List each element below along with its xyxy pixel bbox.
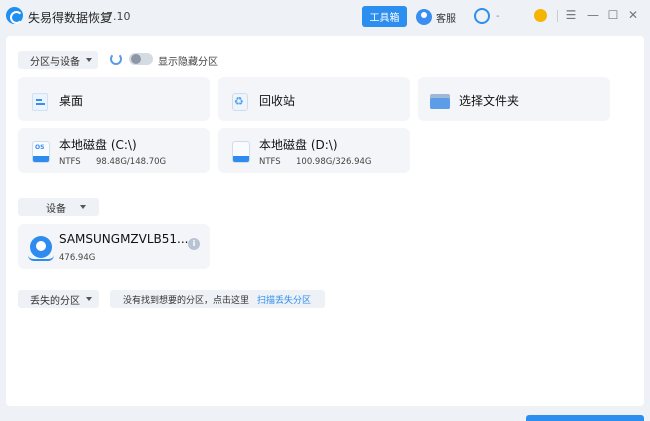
show-hidden-label: 显示隐藏分区 [158,57,218,68]
chevron-down-icon [80,205,86,209]
lost-partitions-label: 丢失的分区 [30,295,80,307]
device-card[interactable]: SAMSUNGMZVLB51... 476.94G i [18,224,210,269]
app-title: 失易得数据恢复 [28,11,113,25]
devices-dropdown[interactable]: 设备 [18,198,99,216]
toggle-knob [131,54,141,64]
lost-partition-hint-text: 没有找到想要的分区，点击这里 [123,295,250,306]
maximize-icon[interactable]: ☐ [606,8,620,22]
menu-icon[interactable]: ☰ [564,8,578,22]
lost-partition-hint: 没有找到想要的分区，点击这里 扫描丢失分区 [110,290,325,308]
device-name: SAMSUNGMZVLB51... [59,232,189,246]
partitions-dropdown[interactable]: 分区与设备 [18,51,98,69]
lost-partitions-dropdown[interactable]: 丢失的分区 [18,290,99,308]
drive-icon [232,141,250,163]
disk-card-d[interactable]: 本地磁盘 (D:\) NTFS 100.98G/326.94G [218,128,410,173]
show-hidden-toggle[interactable] [129,53,153,65]
quick-location-recycle-bin[interactable]: 回收站 [218,77,410,121]
user-name: - [496,10,500,22]
quick-location-select-folder[interactable]: 选择文件夹 [418,77,610,121]
recycle-bin-icon [232,93,248,111]
close-icon[interactable]: ✕ [626,8,640,22]
minimize-icon[interactable]: — [586,8,600,22]
info-icon[interactable]: i [188,238,200,250]
bottom-action-button[interactable] [526,415,644,421]
customer-service-label: 客服 [436,13,456,25]
main-panel: 分区与设备 显示隐藏分区 桌面 回收站 选择文件夹 OS 本地磁盘 (C:\) … [6,36,644,406]
quick-location-desktop[interactable]: 桌面 [18,77,210,121]
os-badge: OS [35,144,45,151]
disk-name: 本地磁盘 (D:\) [259,138,338,152]
app-logo-icon [6,7,23,24]
drive-bar [233,156,249,162]
folder-icon [430,94,450,109]
chevron-down-icon [86,297,92,301]
device-size: 476.94G [59,253,96,263]
scan-lost-partitions-link[interactable]: 扫描丢失分区 [257,293,311,306]
devices-dropdown-label: 设备 [46,203,66,215]
quick-location-label: 选择文件夹 [459,94,520,108]
desktop-icon [32,93,48,111]
vip-badge-icon[interactable] [534,9,547,22]
disk-usage: 98.48G/148.70G [96,157,167,167]
title-bar: 失易得数据恢复 7.10 工具箱 客服 - ☰ — ☐ ✕ [0,0,650,34]
disk-card-c[interactable]: OS 本地磁盘 (C:\) NTFS 98.48G/148.70G [18,128,210,173]
drive-bar [33,156,49,162]
customer-service-icon [416,9,432,25]
system-drive-icon: OS [32,141,50,163]
disk-filesystem: NTFS [259,157,281,167]
device-base [28,255,54,261]
partitions-dropdown-label: 分区与设备 [30,56,80,68]
app-version: 7.10 [106,10,131,23]
user-account-button[interactable]: - [474,8,500,24]
quick-location-label: 回收站 [259,94,296,108]
toolbox-button[interactable]: 工具箱 [362,6,407,27]
quick-location-label: 桌面 [59,94,84,108]
disk-usage: 100.98G/326.94G [296,157,372,167]
refresh-icon[interactable] [110,53,122,65]
disk-filesystem: NTFS [59,157,81,167]
titlebar-divider [557,10,558,22]
chevron-down-icon [86,58,92,62]
disk-name: 本地磁盘 (C:\) [59,138,137,152]
customer-service-button[interactable]: 客服 [416,7,456,27]
user-avatar-icon [474,8,490,24]
